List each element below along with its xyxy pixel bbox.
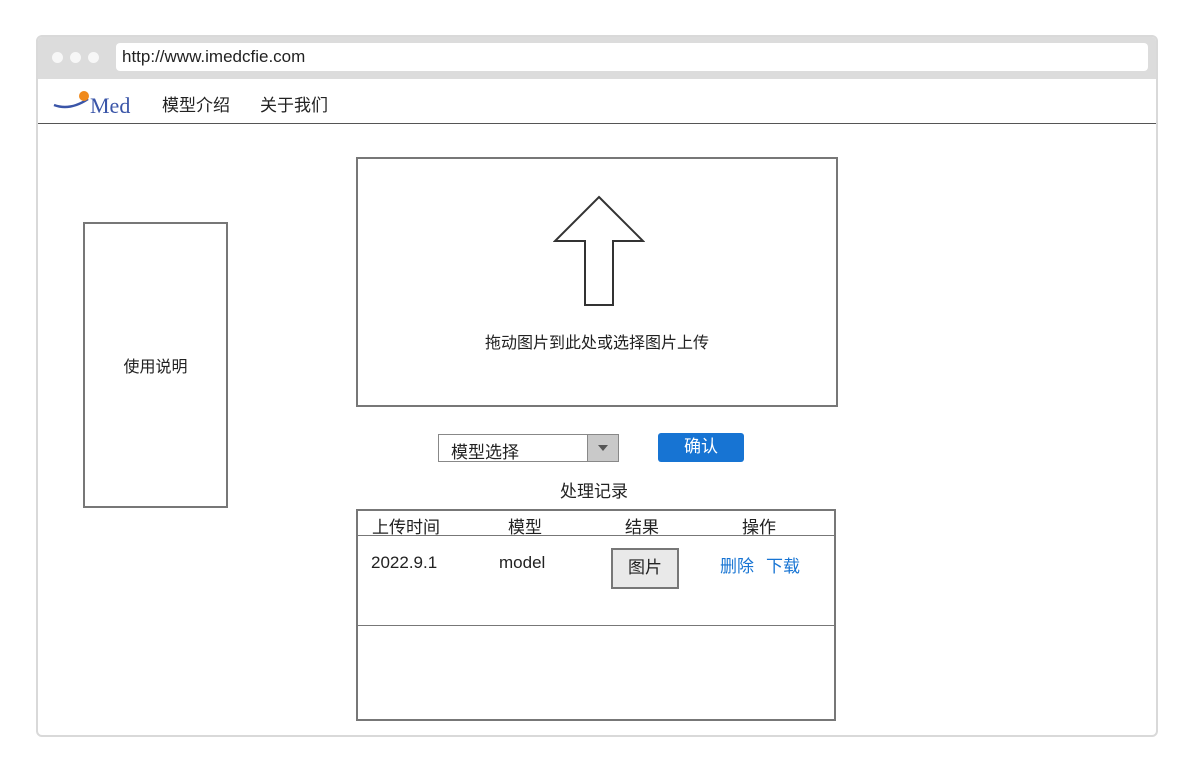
site-logo[interactable]: Med [52,85,144,118]
row-divider [358,625,834,626]
result-image-button[interactable]: 图片 [611,548,679,589]
nav-link-about-us[interactable]: 关于我们 [260,91,328,116]
window-maximize-dot[interactable] [88,52,99,63]
records-table: 上传时间 模型 结果 操作 2022.9.1 model 图片 删除 下载 [356,509,836,721]
download-link[interactable]: 下载 [766,552,800,577]
column-header-upload-time: 上传时间 [372,518,440,538]
window-close-dot[interactable] [52,52,63,63]
column-header-actions: 操作 [742,518,776,538]
table-header: 上传时间 模型 结果 操作 [358,511,834,538]
delete-link[interactable]: 删除 [720,552,754,577]
site-navbar: Med 模型介绍 关于我们 [38,79,1156,124]
upload-prompt: 拖动图片到此处或选择图片上传 [484,333,709,352]
image-upload-dropzone[interactable]: 拖动图片到此处或选择图片上传 [356,157,838,407]
records-title: 处理记录 [560,482,628,502]
browser-window: http://www.imedcfie.com Med 模型介绍 关于我们 使用… [36,35,1158,737]
column-header-model: 模型 [508,518,542,538]
nav-link-model-intro[interactable]: 模型介绍 [162,91,230,116]
instructions-label: 使用说明 [123,357,188,376]
column-header-result: 结果 [625,518,659,538]
chevron-down-icon[interactable] [587,435,618,461]
model-cell: model [499,553,546,572]
instructions-panel[interactable]: 使用说明 [83,222,228,508]
model-select[interactable]: 模型选择 [438,434,619,463]
confirm-button[interactable]: 确认 [658,433,744,462]
browser-titlebar: http://www.imedcfie.com [38,37,1156,79]
upload-arrow-icon [553,195,645,306]
address-bar[interactable]: http://www.imedcfie.com [116,43,1148,71]
logo-text: Med [90,93,131,118]
window-minimize-dot[interactable] [70,52,81,63]
model-select-value: 模型选择 [451,443,519,463]
upload-time-cell: 2022.9.1 [371,553,438,572]
